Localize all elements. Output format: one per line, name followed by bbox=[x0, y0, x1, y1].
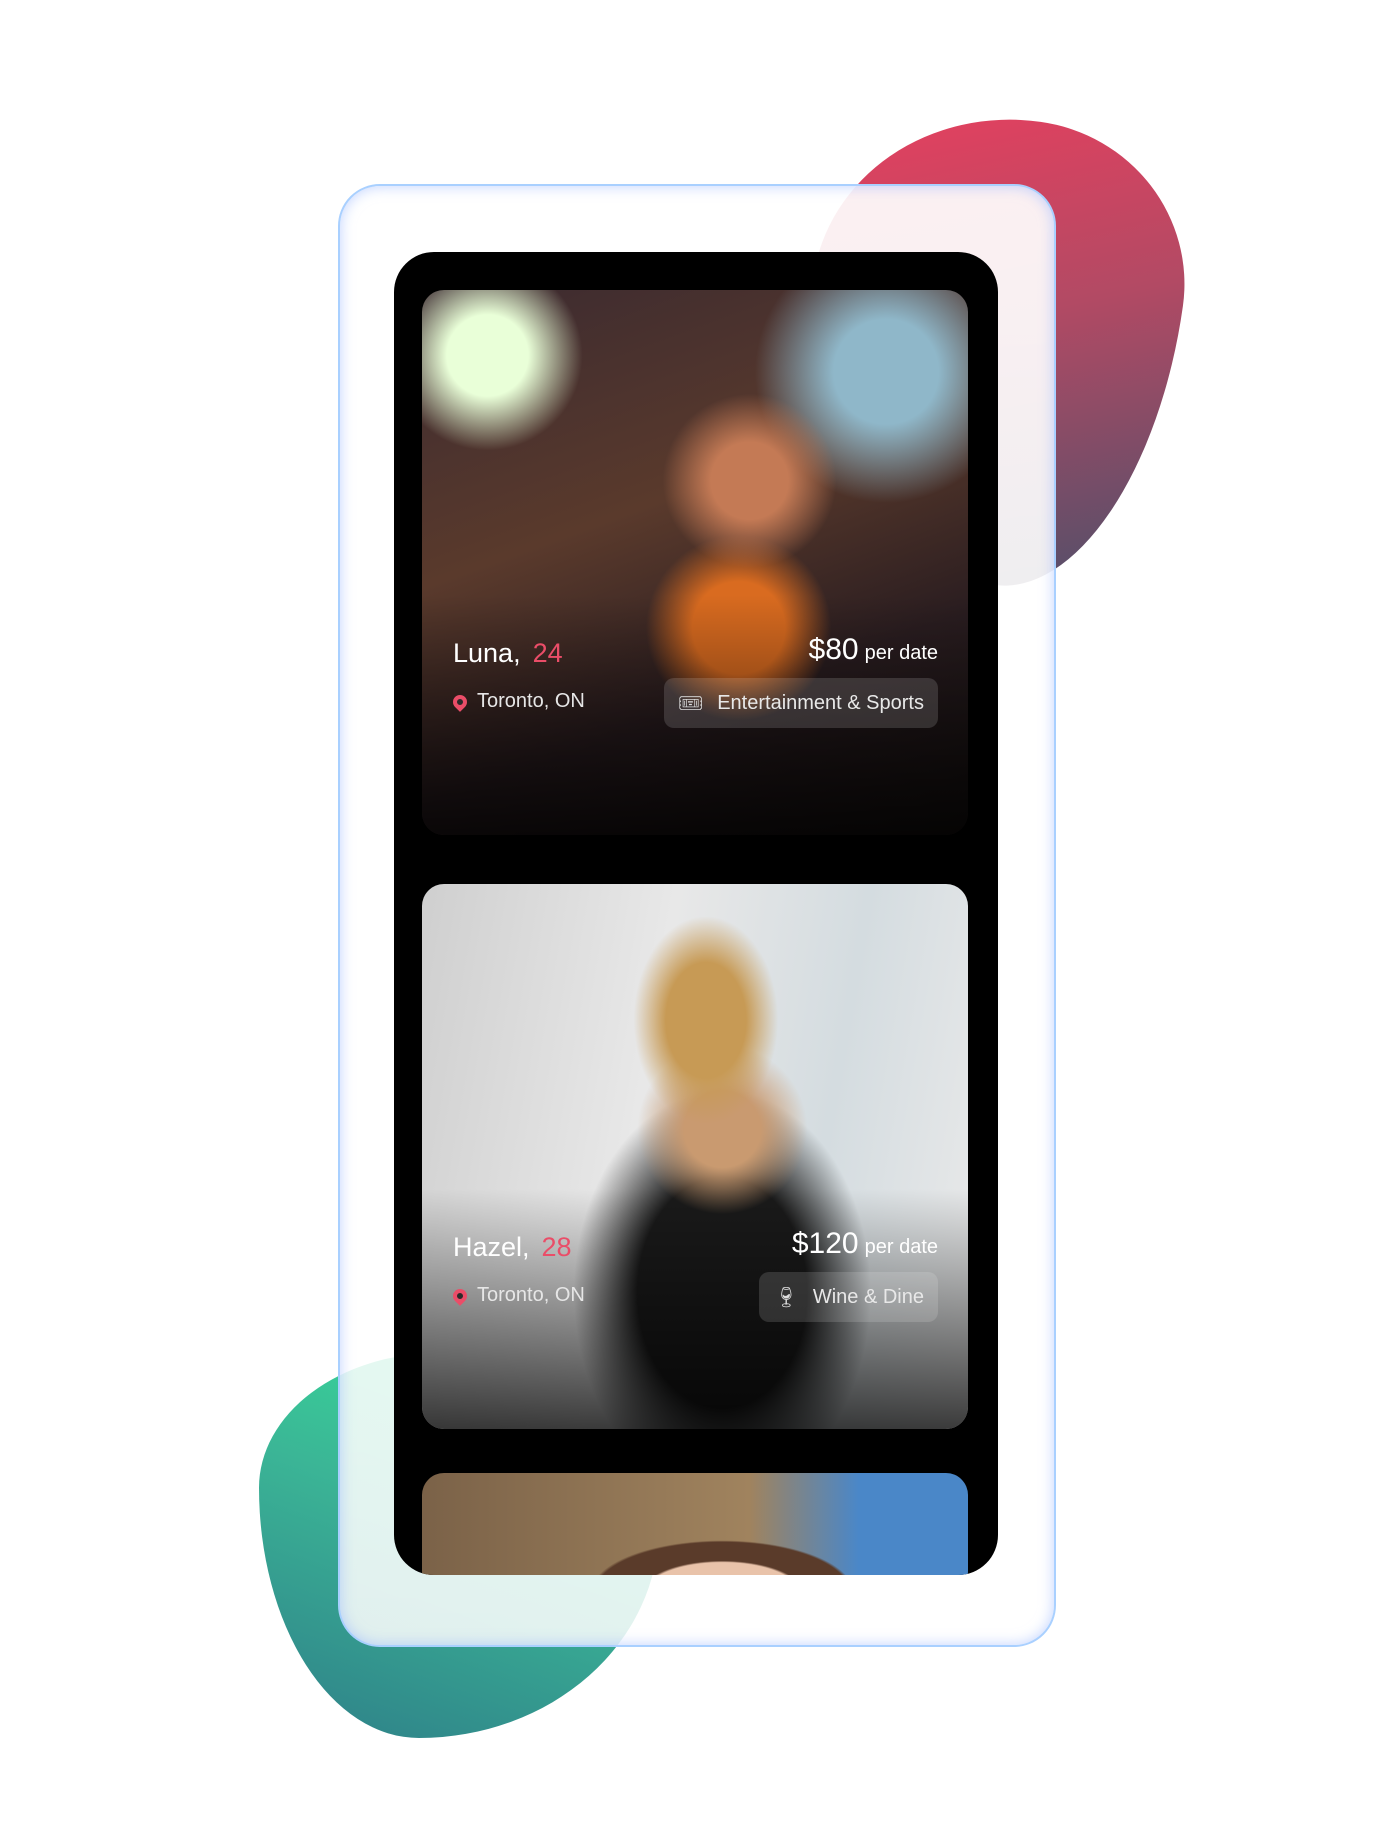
wine-dine-icon: 🍷︎ bbox=[773, 1286, 799, 1309]
profile-location: Toronto, ON bbox=[450, 690, 585, 713]
profile-card-partial[interactable] bbox=[422, 1473, 968, 1575]
price-unit: per date bbox=[864, 1236, 938, 1258]
location-pin-icon bbox=[450, 1285, 470, 1306]
profile-card-hazel[interactable]: Hazel, 28 Toronto, ON $120 per date 🍷︎ Wine… bbox=[422, 884, 968, 1429]
profile-name: Luna, 24 bbox=[453, 638, 563, 669]
profile-card-luna[interactable]: Luna, 24 Toronto, ON $80 per date 🎟︎ Entert… bbox=[422, 290, 968, 835]
ticket-icon: 🎟︎ bbox=[677, 692, 704, 715]
name-text: Hazel, bbox=[453, 1232, 530, 1262]
location-text: Toronto, ON bbox=[477, 690, 585, 712]
profile-price: $120 per date bbox=[792, 1227, 938, 1261]
age-text: 24 bbox=[532, 638, 563, 668]
location-text: Toronto, ON bbox=[477, 1284, 585, 1306]
category-tag[interactable]: 🍷︎ Wine & Dine bbox=[759, 1272, 938, 1322]
price-value: $120 bbox=[791, 1227, 859, 1260]
category-label: Wine & Dine bbox=[812, 1285, 924, 1308]
category-tag[interactable]: 🎟︎ Entertainment & Sports bbox=[663, 678, 938, 728]
profile-price: $80 per date bbox=[809, 633, 938, 667]
price-value: $80 bbox=[808, 633, 859, 666]
age-text: 28 bbox=[541, 1232, 572, 1262]
profile-name: Hazel, 28 bbox=[453, 1232, 572, 1263]
category-label: Entertainment & Sports bbox=[717, 691, 924, 714]
price-unit: per date bbox=[864, 642, 938, 664]
profile-location: Toronto, ON bbox=[450, 1284, 585, 1307]
phone-screen[interactable]: Luna, 24 Toronto, ON $80 per date 🎟︎ Entert… bbox=[394, 252, 998, 1575]
name-text: Luna, bbox=[453, 638, 521, 668]
location-pin-icon bbox=[450, 691, 470, 712]
